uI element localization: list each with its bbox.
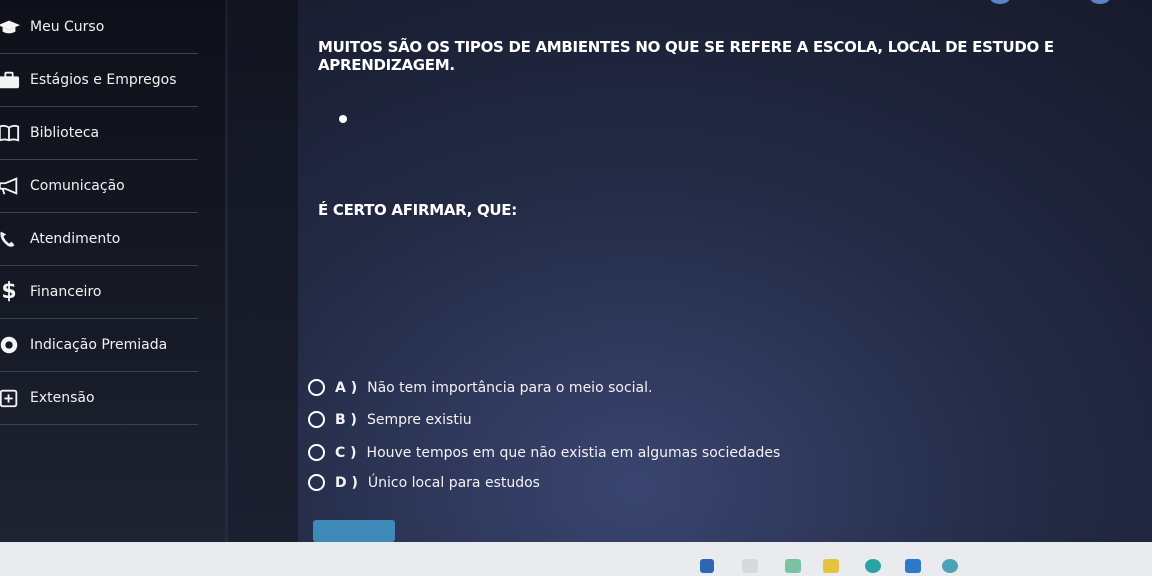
app-icon[interactable] — [742, 559, 758, 573]
app-icon[interactable] — [905, 559, 921, 573]
indicator-dot — [990, 0, 1010, 4]
app-icon[interactable] — [942, 559, 958, 573]
option-text: Não tem importância para o meio social. — [367, 379, 653, 396]
phone-icon — [0, 228, 22, 250]
submit-button[interactable] — [313, 520, 395, 542]
question-prompt: É CERTO AFIRMAR, QUE: — [318, 201, 517, 219]
sidebar-item-label: Biblioteca — [30, 124, 100, 141]
sidebar-item-label: Financeiro — [30, 283, 102, 300]
option-text: Sempre existiu — [366, 411, 472, 428]
indicator-dot — [1090, 0, 1110, 4]
content-gutter — [228, 0, 298, 542]
sidebar-item-biblioteca[interactable]: Biblioteca — [0, 106, 198, 160]
option-d[interactable]: D ) Único local para estudos — [308, 474, 540, 491]
sidebar-item-label: Atendimento — [30, 230, 121, 247]
sidebar-item-label: Extensão — [30, 389, 95, 406]
question-text: MUITOS SÃO OS TIPOS DE AMBIENTES NO QUE … — [318, 38, 1054, 74]
sidebar-item-label: Comunicação — [30, 177, 125, 194]
app-icon[interactable] — [700, 559, 714, 573]
dollar-icon: $ — [1, 279, 17, 304]
plus-box-icon — [0, 387, 22, 409]
option-text: Houve tempos em que não existia em algum… — [366, 444, 781, 461]
option-text: Único local para estudos — [367, 474, 540, 491]
radio-button[interactable] — [308, 411, 325, 428]
sidebar-item-meu-curso[interactable]: Meu Curso — [0, 0, 198, 54]
app-icon[interactable] — [865, 559, 881, 573]
sidebar-item-extensao[interactable]: Extensão — [0, 371, 198, 425]
radio-button[interactable] — [308, 379, 325, 396]
radio-button[interactable] — [308, 474, 325, 491]
option-c[interactable]: C ) Houve tempos em que não existia em a… — [308, 444, 780, 461]
app-icon[interactable] — [785, 559, 801, 573]
megaphone-icon — [0, 175, 22, 197]
taskbar — [0, 542, 1152, 576]
option-a[interactable]: A ) Não tem importância para o meio soci… — [308, 379, 652, 396]
sidebar-item-financeiro[interactable]: $ Financeiro — [0, 265, 198, 319]
option-letter: C ) — [335, 444, 357, 461]
book-icon — [0, 122, 22, 144]
sidebar-item-atendimento[interactable]: Atendimento — [0, 212, 198, 266]
sidebar-item-label: Indicação Premiada — [30, 336, 168, 353]
option-letter: B ) — [335, 411, 357, 428]
sidebar-item-estagios[interactable]: Estágios e Empregos — [0, 53, 198, 107]
graduation-cap-icon — [0, 16, 22, 38]
sidebar: Meu Curso Estágios e Empregos Biblioteca… — [0, 0, 225, 542]
sidebar-item-indicacao[interactable]: Indicação Premiada — [0, 318, 198, 372]
bullet-point — [339, 115, 347, 123]
award-icon — [0, 334, 22, 356]
app-icon[interactable] — [823, 559, 839, 573]
option-letter: D ) — [335, 474, 358, 491]
sidebar-item-label: Meu Curso — [30, 18, 105, 35]
radio-button[interactable] — [308, 444, 325, 461]
sidebar-item-label: Estágios e Empregos — [30, 71, 177, 88]
option-b[interactable]: B ) Sempre existiu — [308, 411, 472, 428]
briefcase-icon — [0, 69, 22, 91]
sidebar-item-comunicacao[interactable]: Comunicação — [0, 159, 198, 213]
option-letter: A ) — [335, 379, 358, 396]
screen: Meu Curso Estágios e Empregos Biblioteca… — [0, 0, 1152, 542]
